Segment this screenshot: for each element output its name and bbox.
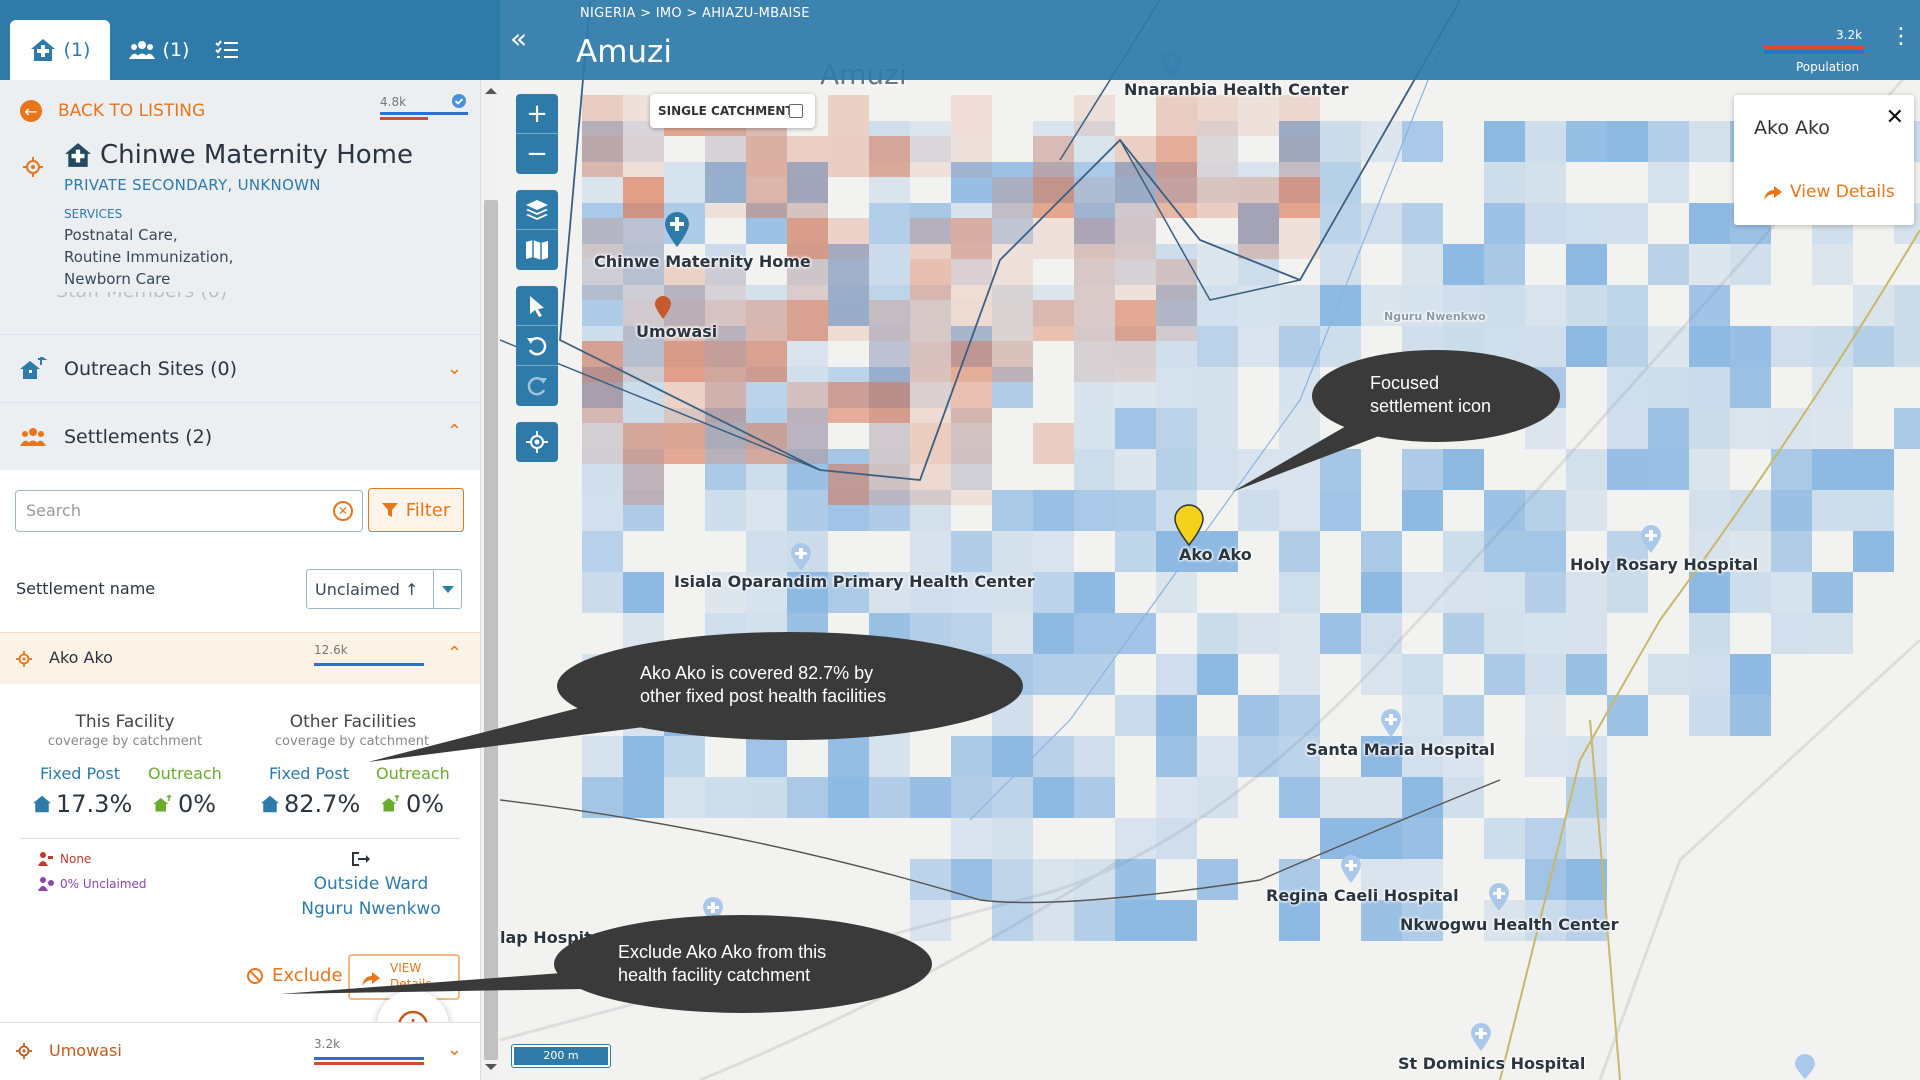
callout-exclude (280, 915, 932, 1013)
callout-focused-text: Focused settlement icon (1370, 373, 1492, 416)
callout-coverage-text: Ako Ako is covered 82.7% by other fixed … (640, 663, 887, 706)
callout-layer (280, 350, 1560, 1013)
callout-exclude-text: Exclude Ako Ako from this health facilit… (618, 942, 827, 985)
